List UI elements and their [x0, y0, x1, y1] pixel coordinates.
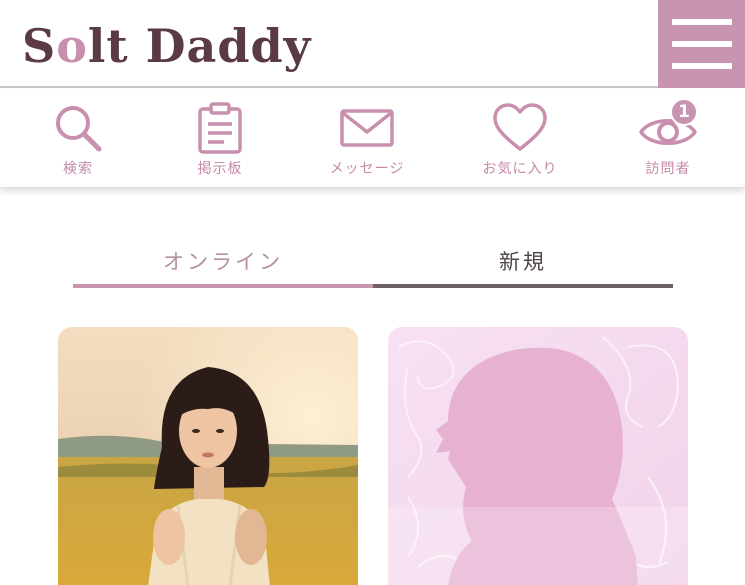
- nav-item-visitors[interactable]: 1 訪問者: [628, 90, 708, 188]
- main-nav: 検索 掲示板 メッセージ お気に入り 1 訪問者: [0, 90, 745, 188]
- mail-icon: [340, 109, 394, 147]
- visitor-count-badge: 1: [670, 98, 698, 126]
- nav-label: 掲示板: [197, 161, 243, 177]
- clipboard-icon: [198, 102, 242, 154]
- nav-item-messages[interactable]: メッセージ: [322, 90, 412, 188]
- brand-logo[interactable]: Solt Daddy: [22, 14, 311, 78]
- heart-icon: [493, 103, 547, 151]
- profile-photo: [58, 327, 358, 585]
- tab-online[interactable]: オンライン: [73, 240, 373, 288]
- nav-label: 検索: [63, 161, 93, 177]
- profile-tabs: オンライン 新規: [73, 240, 673, 288]
- profile-card[interactable]: [388, 327, 688, 585]
- nav-item-board[interactable]: 掲示板: [180, 90, 260, 188]
- hamburger-menu-button[interactable]: [658, 0, 745, 88]
- nav-item-favorites[interactable]: お気に入り: [475, 90, 565, 188]
- menu-bar-icon: [672, 19, 732, 25]
- silhouette-avatar-icon: [388, 327, 688, 585]
- logo-text: Solt Daddy: [22, 19, 312, 73]
- search-icon: [56, 106, 102, 152]
- nav-label: お気に入り: [482, 161, 558, 177]
- profile-card[interactable]: [58, 327, 358, 585]
- app-header: Solt Daddy: [0, 0, 745, 88]
- nav-label: メッセージ: [329, 161, 405, 177]
- nav-item-search[interactable]: 検索: [38, 90, 118, 188]
- menu-bar-icon: [672, 41, 732, 47]
- menu-bar-icon: [672, 63, 732, 69]
- tab-new[interactable]: 新規: [373, 240, 673, 288]
- nav-label: 訪問者: [645, 161, 691, 177]
